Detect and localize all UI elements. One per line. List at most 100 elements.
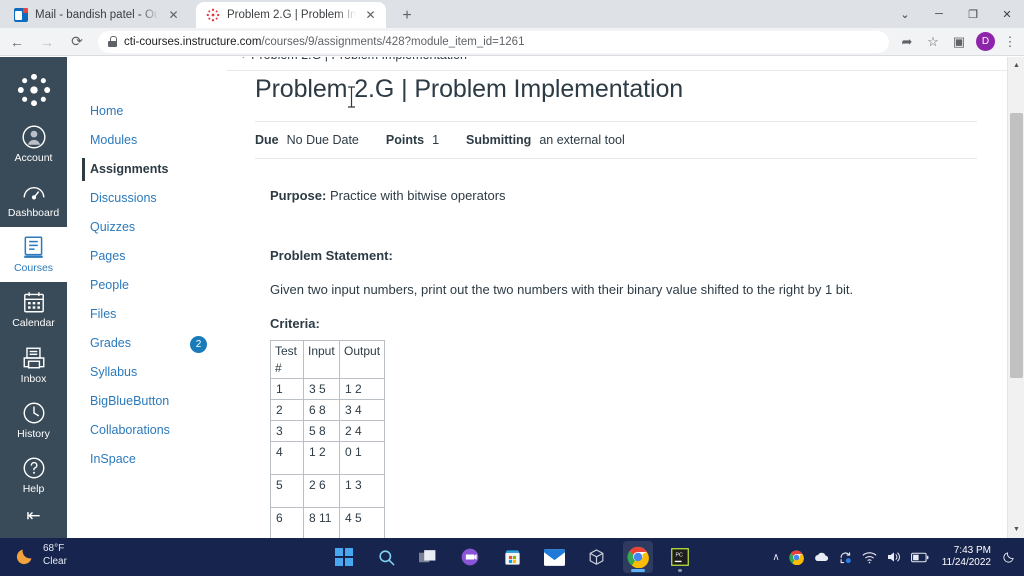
course-nav-item-bigbluebutton[interactable]: BigBlueButton: [67, 387, 227, 416]
screen: Mail - bandish patel - Outlook ✕ Problem…: [0, 0, 1024, 576]
course-nav-item-syllabus[interactable]: Syllabus: [67, 358, 227, 387]
browser-tab-canvas[interactable]: Problem 2.G | Problem Implemen ✕: [196, 2, 386, 28]
side-panel-icon[interactable]: ▣: [947, 30, 971, 54]
address-bar[interactable]: cti-courses.instructure.com/courses/9/as…: [98, 30, 889, 53]
global-nav-item-calendar[interactable]: Calendar: [0, 282, 67, 337]
course-nav-item-home[interactable]: Home: [67, 97, 227, 126]
course-nav-label: Home: [90, 104, 124, 118]
chrome-menu-icon[interactable]: ⋮: [998, 30, 1022, 54]
cell-output: 1 3: [338, 474, 386, 509]
weather-widget[interactable]: 68°F Clear: [14, 543, 67, 568]
maximize-button[interactable]: ❐: [956, 0, 990, 28]
teams-button[interactable]: [455, 541, 485, 573]
courses-icon: [23, 236, 43, 259]
scrollbar-thumb[interactable]: [1010, 113, 1023, 378]
breadcrumb-separator: ›: [242, 57, 246, 62]
breadcrumb-divider: [227, 70, 1007, 71]
course-nav-item-discussions[interactable]: Discussions: [67, 184, 227, 213]
collapse-nav-icon[interactable]: ⇤: [0, 506, 67, 526]
table-row: 35 82 4: [270, 420, 386, 443]
global-nav-label: Courses: [13, 262, 54, 275]
clock[interactable]: 7:43 PM 11/24/2022: [942, 545, 991, 570]
course-nav-item-grades[interactable]: Grades 2: [67, 329, 227, 358]
course-nav-item-assignments[interactable]: Assignments: [67, 155, 227, 184]
close-icon[interactable]: ✕: [363, 8, 378, 23]
close-icon[interactable]: ✕: [166, 8, 181, 23]
windows-taskbar: 68°F Clear PC ∧ 7:43 PM 11/24/2022: [0, 538, 1024, 576]
sync-icon[interactable]: [838, 550, 853, 565]
store-button[interactable]: [497, 541, 527, 573]
start-button[interactable]: [329, 541, 359, 573]
wifi-icon[interactable]: [862, 551, 877, 564]
profile-avatar[interactable]: D: [976, 32, 995, 51]
battery-icon[interactable]: [910, 552, 929, 563]
breadcrumb-current[interactable]: Problem 2.G | Problem Implementation: [251, 57, 467, 62]
course-nav-label: Grades: [90, 336, 131, 350]
notification-moon-icon[interactable]: [1002, 550, 1016, 564]
scroll-up-icon[interactable]: ▲: [1008, 57, 1024, 74]
canvas-logo[interactable]: [0, 57, 67, 117]
global-nav-label: Help: [22, 482, 45, 495]
cube-icon: [589, 548, 603, 565]
cell-output: 3 4: [338, 398, 386, 422]
page-viewport: Account Dashboard Courses Calendar Inbox…: [0, 57, 1024, 538]
chrome-tray-icon[interactable]: [789, 550, 804, 565]
bookmark-star-icon[interactable]: ☆: [921, 30, 945, 54]
global-nav-label: Account: [14, 152, 53, 164]
forward-icon[interactable]: →: [34, 29, 60, 55]
global-nav-item-inbox[interactable]: Inbox: [0, 338, 67, 393]
global-nav-item-dashboard[interactable]: Dashboard: [0, 172, 67, 227]
cell-output: 4 5: [338, 507, 386, 538]
submitting-value: an external tool: [539, 133, 625, 147]
course-nav-item-pages[interactable]: Pages: [67, 242, 227, 271]
tab-title: Problem 2.G | Problem Implemen: [227, 9, 356, 21]
global-nav-item-courses[interactable]: Courses: [0, 227, 67, 283]
url-text: cti-courses.instructure.com/courses/9/as…: [124, 36, 879, 48]
close-window-button[interactable]: ✕: [990, 0, 1024, 28]
threed-viewer-button[interactable]: [581, 541, 611, 573]
course-nav-item-people[interactable]: People: [67, 271, 227, 300]
table-header-row: Test # Input Output: [270, 340, 386, 379]
lock-icon: [108, 36, 117, 47]
column-header-test: Test #: [270, 340, 304, 379]
browser-tab-outlook[interactable]: Mail - bandish patel - Outlook ✕: [4, 2, 189, 28]
pycharm-button[interactable]: PC: [665, 541, 695, 573]
new-tab-button[interactable]: +: [396, 5, 418, 27]
task-view-button[interactable]: [413, 541, 443, 573]
cell-input: 3 5: [303, 377, 340, 400]
global-nav-item-history[interactable]: History: [0, 393, 67, 448]
course-nav-item-collaborations[interactable]: Collaborations: [67, 416, 227, 445]
scroll-down-icon[interactable]: ▼: [1008, 521, 1024, 538]
cell-input: 2 6: [303, 474, 340, 509]
course-nav-item-quizzes[interactable]: Quizzes: [67, 213, 227, 242]
chrome-button[interactable]: [623, 541, 653, 573]
cell-input: 8 11: [303, 507, 340, 538]
global-nav-label: Dashboard: [7, 207, 60, 220]
weather-temperature: 68°F: [43, 543, 65, 554]
search-button[interactable]: [371, 541, 401, 573]
running-indicator: [631, 569, 645, 572]
inbox-icon: [23, 347, 44, 368]
pycharm-icon: PC: [671, 548, 689, 566]
global-nav-item-help[interactable]: Help: [0, 448, 67, 503]
grades-badge: 2: [190, 336, 207, 353]
course-nav-item-files[interactable]: Files: [67, 300, 227, 329]
course-nav-item-inspace[interactable]: InSpace: [67, 445, 227, 474]
browser-toolbar: ← → ⟳ cti-courses.instructure.com/course…: [0, 28, 1024, 56]
global-nav-item-account[interactable]: Account: [0, 117, 67, 172]
share-icon[interactable]: ➦: [895, 30, 919, 54]
cell-output: 2 4: [338, 420, 386, 443]
minimize-button[interactable]: ─: [922, 0, 956, 28]
onedrive-icon[interactable]: [813, 551, 829, 563]
course-nav-item-modules[interactable]: Modules: [67, 126, 227, 155]
back-icon[interactable]: ←: [4, 29, 30, 55]
tray-overflow-icon[interactable]: ∧: [772, 552, 779, 563]
page-scrollbar[interactable]: ▲ ▼: [1007, 57, 1024, 538]
tab-search-icon[interactable]: ⌄: [888, 0, 922, 28]
volume-icon[interactable]: [886, 550, 902, 564]
reload-icon[interactable]: ⟳: [64, 29, 90, 55]
canvas-icon: [206, 8, 220, 22]
mail-button[interactable]: [539, 541, 569, 573]
course-nav-label: Syllabus: [90, 365, 138, 379]
assignment-description: Purpose: Practice with bitwise operators…: [241, 187, 977, 538]
